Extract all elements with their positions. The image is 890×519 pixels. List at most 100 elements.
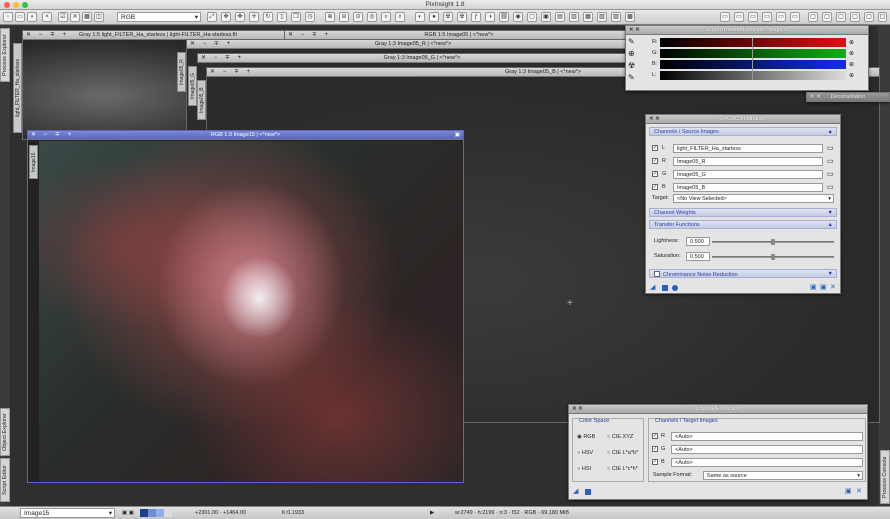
view-explorer-icon[interactable]: ▢ (850, 12, 860, 22)
window-controls[interactable]: ✕ − ∓ + (201, 54, 244, 62)
lightness-input[interactable]: 0.500 (686, 237, 710, 246)
window-controls[interactable]: ✕ − ∓ + (190, 40, 233, 48)
preview-new-icon[interactable]: ▣ (541, 12, 551, 22)
rotate-icon[interactable]: ↻ (263, 12, 273, 22)
checkbox-b[interactable]: ✓ (652, 184, 658, 190)
stf-reset-icon[interactable]: ☢ (457, 12, 467, 22)
format-explorer-icon[interactable]: ▢ (864, 12, 874, 22)
checkbox-r[interactable]: ✓ (652, 158, 658, 164)
image-window-title[interactable]: ✕ − ∓ + Gray 1:3 Image05_R | <*new*> (187, 40, 639, 49)
radio-cielab[interactable]: ○ CIE L*a*b* (607, 449, 638, 457)
noise-reduction-checkbox[interactable] (654, 271, 660, 277)
collapse-icon[interactable]: ▲ (828, 221, 833, 229)
zoom-out-icon[interactable]: ⊖ (339, 12, 349, 22)
panel-controls[interactable]: ✕ ✕ (572, 405, 583, 414)
saturation-slider[interactable] (712, 254, 834, 260)
view-tab-image05-g[interactable]: Image05_G (188, 66, 197, 106)
panel-controls[interactable]: ✕ ✕ (629, 26, 640, 35)
checkbox-b[interactable]: ✓ (652, 459, 658, 465)
workspace-3-icon[interactable]: ▭ (748, 12, 758, 22)
preview-icon[interactable]: ▣ (810, 283, 817, 291)
window-controls[interactable]: ✕ − ∓ + (31, 131, 74, 139)
new-instance-icon[interactable]: ◢ (573, 487, 578, 495)
pencil-icon[interactable]: ✎ (628, 37, 642, 49)
checkbox-g[interactable]: ✓ (652, 446, 658, 452)
x-icon[interactable]: ✕ (70, 12, 80, 22)
maximize-icon[interactable]: ▣ (455, 131, 460, 139)
clock-icon[interactable]: ◷ (305, 12, 315, 22)
checkbox-icon[interactable]: ☑ (58, 12, 68, 22)
mask-invert-icon[interactable]: ▩ (625, 12, 635, 22)
image-window-title[interactable]: ✕ − ∓ + RGB 1:3 Image15 | <*new*> ▣ (28, 131, 463, 140)
collapse-icon[interactable]: ▲ (828, 128, 833, 136)
source-image-r[interactable]: Image05_R (673, 157, 823, 166)
stf-auto-icon[interactable]: ☢ (443, 12, 453, 22)
preview-edit-icon[interactable]: ▤ (555, 12, 565, 22)
script-icon[interactable]: ▢ (878, 12, 887, 22)
radiation-icon[interactable]: ☢ (628, 61, 642, 73)
section-channels-source[interactable]: Channels / Source Images ▲ (649, 127, 837, 136)
image-window-image15[interactable]: ✕ − ∓ + RGB 1:3 Image15 | <*new*> ▣ Image1… (27, 130, 464, 483)
checkbox-r[interactable]: ✓ (652, 433, 658, 439)
readout-icon[interactable]: ◉ (513, 12, 523, 22)
source-image-l[interactable]: light_FILTER_Ha_starless (673, 144, 823, 153)
zoom-fit-window-icon[interactable]: ◎ (367, 12, 377, 22)
slider-knob[interactable] (771, 254, 775, 260)
window-controls[interactable]: ✕ − ∓ + (210, 68, 253, 76)
reset-all-icon[interactable]: ✕ (856, 487, 862, 495)
stf-bar-l[interactable] (660, 71, 846, 80)
select-view-icon[interactable]: ▭ (827, 144, 834, 152)
target-image-b[interactable]: <Auto> (671, 458, 863, 467)
lrgb-combination-panel[interactable]: ✕ ✕ LRGBCombination Channels / Source Ima… (645, 114, 841, 294)
radio-cielch[interactable]: ○ CIE L*c*h* (607, 465, 638, 473)
panel-controls[interactable]: ✕ ✕ (649, 115, 660, 124)
source-image-g[interactable]: Image05_G (673, 170, 823, 179)
mask-icon[interactable]: ▧ (597, 12, 607, 22)
workspace-4-icon[interactable]: ▭ (762, 12, 772, 22)
link-icon[interactable]: ⛓ (499, 12, 509, 22)
wrench-icon[interactable]: ✎ (628, 73, 642, 85)
target-image-g[interactable]: <Auto> (671, 445, 863, 454)
select-view-icon[interactable]: ▭ (827, 157, 834, 165)
reset-icon[interactable]: ▣ (820, 283, 827, 291)
preview-icon[interactable]: ▢ (527, 12, 537, 22)
pan-icon[interactable]: ✥ (235, 12, 245, 22)
object-explorer-tab[interactable]: Object Explorer (0, 408, 10, 456)
new-file-icon[interactable]: ▫ (3, 12, 13, 22)
source-image-b[interactable]: Image05_B (673, 183, 823, 192)
history-icon[interactable]: ▢ (822, 12, 832, 22)
select-view-icon[interactable]: ▭ (827, 170, 834, 178)
target-image-r[interactable]: <Auto> (671, 432, 863, 441)
image-window-title[interactable]: ✕ − ∓ + Gray 1:3 Image05_G | <*new*> (198, 54, 646, 63)
rgb-link-icon[interactable]: ⊕ (849, 38, 854, 49)
stf-bar-b[interactable] (660, 60, 846, 69)
preview-mode-icons[interactable]: ▣ ▣ (122, 507, 134, 519)
radio-rgb[interactable]: ◉ RGB (577, 433, 595, 441)
radio-ciexyz[interactable]: ○ CIE XYZ (607, 433, 633, 441)
apply-global-icon[interactable] (672, 285, 678, 291)
deconvolution-panel[interactable]: ✕ ✕ Deconvolution (806, 92, 890, 102)
apply-icon[interactable]: ⊕ (849, 60, 854, 71)
preview-copy-icon[interactable]: ▦ (583, 12, 593, 22)
stf-midtone-marker[interactable] (752, 38, 753, 80)
auto-icon[interactable]: ⊕ (849, 71, 854, 82)
split-icon[interactable]: ◫ (94, 12, 104, 22)
monitor-2-icon[interactable]: ▭ (790, 12, 800, 22)
save-icon[interactable]: ▪ (27, 12, 37, 22)
zoom-1-1-icon[interactable]: ⊙ (353, 12, 363, 22)
checkbox-l[interactable]: ✓ (652, 145, 658, 151)
panel-title[interactable]: ✕ ✕ LRGBCombination (646, 115, 840, 124)
preview-delete-icon[interactable]: ▥ (569, 12, 579, 22)
reset-icon[interactable]: ▣ (845, 487, 852, 495)
display-channel-icon[interactable]: ◐ (415, 12, 425, 22)
zoom-fit-icon[interactable]: ⤢ (207, 12, 217, 22)
panel-controls[interactable]: ✕ ✕ (810, 93, 821, 102)
zoom-in-icon[interactable]: ⊕ (325, 12, 335, 22)
reset-all-icon[interactable]: ✕ (830, 283, 836, 291)
explorer-icon[interactable]: ▢ (808, 12, 818, 22)
target-select[interactable]: <No View Selected> ▾ (673, 194, 834, 203)
section-chrominance-noise[interactable]: Chrominance Noise Reduction ▼ (649, 269, 837, 278)
image-window-image05-g[interactable]: ✕ − ∓ + Gray 1:3 Image05_G | <*new*> Imag… (188, 53, 647, 106)
panel-title[interactable]: ✕ ✕ Deconvolution (807, 93, 889, 102)
play-icon[interactable]: ▶ (430, 507, 434, 519)
